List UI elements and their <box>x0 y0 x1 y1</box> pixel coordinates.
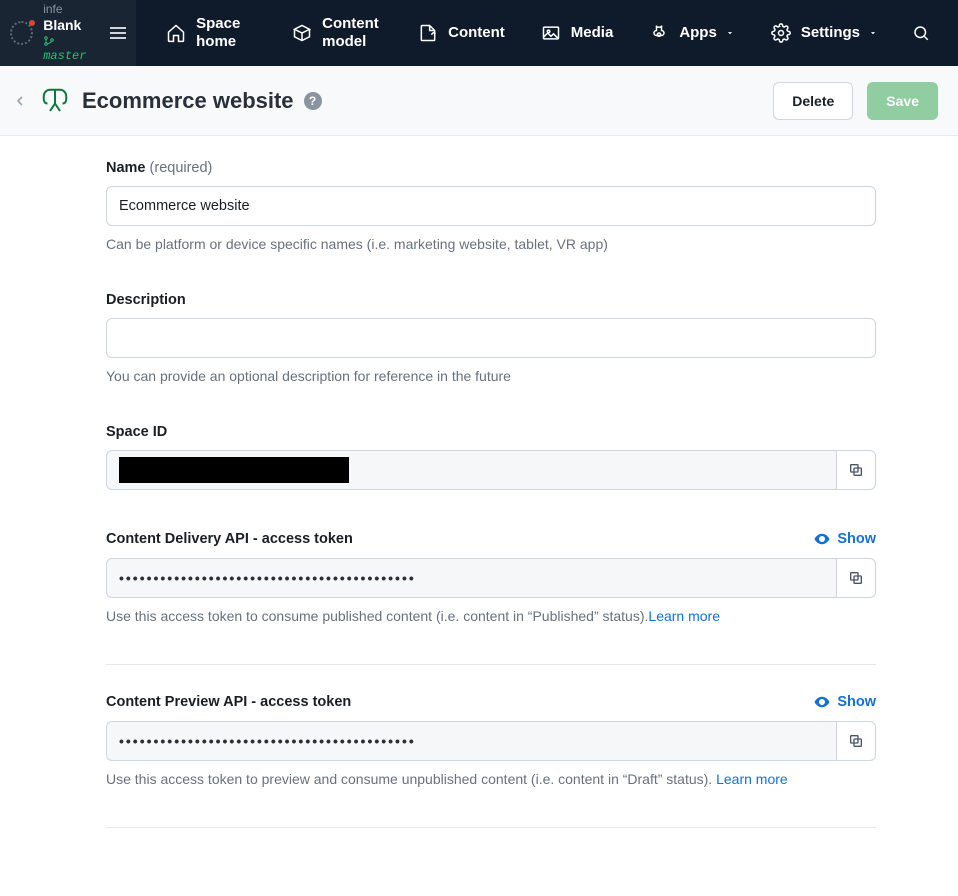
nav-content-label: Content <box>448 24 505 42</box>
name-required-text: (required) <box>150 160 213 176</box>
field-description: Description You can provide an optional … <box>106 292 876 384</box>
primary-nav: Space home Content model Content Media A… <box>136 0 958 66</box>
content-model-icon <box>292 23 312 43</box>
divider <box>106 664 876 665</box>
delivery-token-learn-more[interactable]: Learn more <box>648 608 720 624</box>
preview-token-help-text: Use this access token to preview and con… <box>106 771 716 787</box>
copy-icon <box>848 733 864 749</box>
search-button[interactable] <box>896 0 946 66</box>
name-label: Name (required) <box>106 160 876 176</box>
chevron-down-icon <box>725 28 735 38</box>
field-preview-token: Content Preview API - access token Show … <box>106 693 876 787</box>
eye-icon <box>813 693 831 711</box>
delivery-token-help-text: Use this access token to consume publish… <box>106 608 648 624</box>
name-help: Can be platform or device specific names… <box>106 236 876 252</box>
preview-token-value: ••••••••••••••••••••••••••••••••••••••••… <box>106 721 836 761</box>
copy-icon <box>848 570 864 586</box>
preview-token-masked: ••••••••••••••••••••••••••••••••••••••••… <box>119 733 416 749</box>
delete-button[interactable]: Delete <box>773 82 853 120</box>
delivery-token-label: Content Delivery API - access token <box>106 531 353 547</box>
preview-token-show-label: Show <box>837 694 876 710</box>
preview-token-learn-more[interactable]: Learn more <box>716 771 788 787</box>
space-switcher[interactable]: infe Blank master <box>0 0 136 66</box>
hamburger-icon[interactable] <box>110 27 126 39</box>
description-help: You can provide an optional description … <box>106 368 876 384</box>
space-id-label: Space ID <box>106 424 876 440</box>
name-label-text: Name <box>106 160 146 176</box>
chevron-down-icon <box>868 28 878 38</box>
delivery-token-masked: ••••••••••••••••••••••••••••••••••••••••… <box>119 570 416 586</box>
api-key-icon <box>40 86 70 116</box>
content-icon <box>418 23 438 43</box>
name-input[interactable] <box>106 186 876 226</box>
search-icon <box>912 24 930 42</box>
notification-dot-icon <box>29 20 35 26</box>
copy-preview-token-button[interactable] <box>836 721 876 761</box>
nav-apps-label: Apps <box>679 24 717 42</box>
delivery-token-value: ••••••••••••••••••••••••••••••••••••••••… <box>106 558 836 598</box>
eye-icon <box>813 530 831 548</box>
nav-media[interactable]: Media <box>523 0 632 66</box>
delivery-token-help: Use this access token to consume publish… <box>106 608 876 624</box>
page-title: Ecommerce website <box>82 88 294 114</box>
field-delivery-token: Content Delivery API - access token Show… <box>106 530 876 624</box>
description-input[interactable] <box>106 318 876 358</box>
org-name: infe <box>43 2 100 17</box>
delivery-token-show-label: Show <box>837 531 876 547</box>
org-logo <box>10 21 33 45</box>
nav-content-model-label: Content model <box>322 15 382 51</box>
branch-icon <box>43 35 55 47</box>
copy-icon <box>848 462 864 478</box>
field-space-id: Space ID <box>106 424 876 490</box>
delivery-token-show-toggle[interactable]: Show <box>813 530 876 548</box>
space-id-value <box>106 450 836 490</box>
media-icon <box>541 23 561 43</box>
branch-row: master <box>43 34 100 64</box>
nav-apps[interactable]: Apps <box>631 0 753 66</box>
preview-token-label: Content Preview API - access token <box>106 694 351 710</box>
form-content: Name (required) Can be platform or devic… <box>0 136 958 896</box>
nav-content-model[interactable]: Content model <box>274 0 400 66</box>
home-icon <box>166 23 186 43</box>
nav-space-home-label: Space home <box>196 15 256 51</box>
nav-media-label: Media <box>571 24 614 42</box>
space-id-redacted <box>119 457 349 483</box>
page-header: Ecommerce website ? Delete Save <box>0 66 958 136</box>
page-actions: Delete Save <box>773 82 938 120</box>
nav-settings-label: Settings <box>801 24 860 42</box>
branch-name: master <box>43 49 86 63</box>
settings-icon <box>771 23 791 43</box>
copy-space-id-button[interactable] <box>836 450 876 490</box>
field-name: Name (required) Can be platform or devic… <box>106 160 876 252</box>
nav-content[interactable]: Content <box>400 0 523 66</box>
divider <box>106 827 876 828</box>
preview-token-help: Use this access token to preview and con… <box>106 771 876 787</box>
description-label: Description <box>106 292 876 308</box>
back-button[interactable] <box>6 87 34 115</box>
chevron-left-icon <box>12 91 28 111</box>
save-button: Save <box>867 82 938 120</box>
help-button[interactable]: ? <box>304 92 322 110</box>
copy-delivery-token-button[interactable] <box>836 558 876 598</box>
preview-token-show-toggle[interactable]: Show <box>813 693 876 711</box>
nav-settings[interactable]: Settings <box>753 0 896 66</box>
space-name: Blank <box>43 17 100 35</box>
nav-space-home[interactable]: Space home <box>148 0 274 66</box>
apps-icon <box>649 23 669 43</box>
space-meta: infe Blank master <box>43 2 100 65</box>
top-nav: infe Blank master Space home Content mod… <box>0 0 958 66</box>
